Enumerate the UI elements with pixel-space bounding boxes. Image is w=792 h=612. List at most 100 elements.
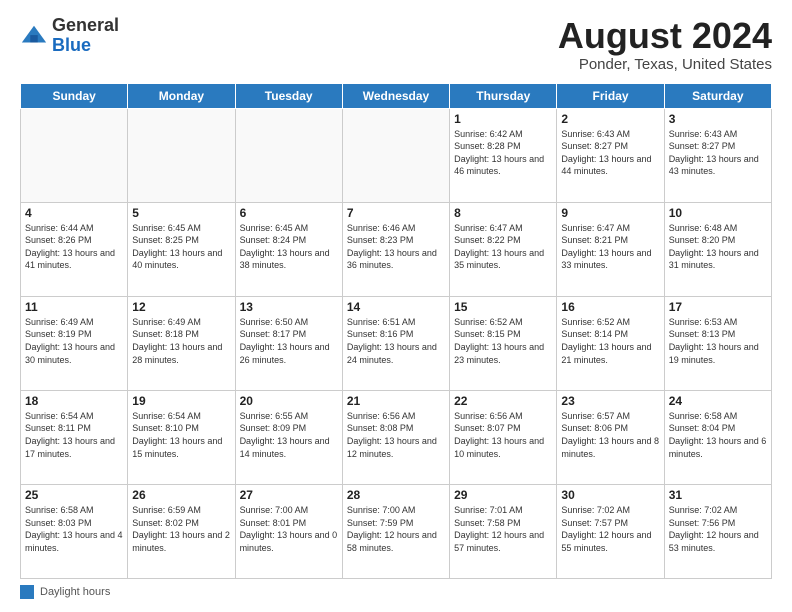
day-info: Sunrise: 6:46 AM Sunset: 8:23 PM Dayligh…	[347, 222, 445, 272]
day-number: 24	[669, 394, 767, 408]
day-number: 4	[25, 206, 123, 220]
day-info: Sunrise: 6:53 AM Sunset: 8:13 PM Dayligh…	[669, 316, 767, 366]
day-number: 5	[132, 206, 230, 220]
day-number: 8	[454, 206, 552, 220]
calendar-cell: 12 Sunrise: 6:49 AM Sunset: 8:18 PM Dayli…	[128, 296, 235, 390]
calendar-cell: 29 Sunrise: 7:01 AM Sunset: 7:58 PM Dayli…	[450, 484, 557, 578]
day-info: Sunrise: 7:01 AM Sunset: 7:58 PM Dayligh…	[454, 504, 552, 554]
day-number: 9	[561, 206, 659, 220]
weekday-header: Monday	[128, 83, 235, 108]
day-number: 26	[132, 488, 230, 502]
footer-daylight-text: Daylight hours	[40, 586, 110, 598]
calendar-cell	[235, 108, 342, 202]
day-info: Sunrise: 6:48 AM Sunset: 8:20 PM Dayligh…	[669, 222, 767, 272]
day-number: 11	[25, 300, 123, 314]
day-number: 12	[132, 300, 230, 314]
day-number: 28	[347, 488, 445, 502]
header: General Blue August 2024 Ponder, Texas, …	[20, 16, 772, 73]
logo-blue-text: Blue	[52, 35, 91, 55]
calendar-cell: 11 Sunrise: 6:49 AM Sunset: 8:19 PM Dayli…	[21, 296, 128, 390]
calendar-cell	[342, 108, 449, 202]
calendar-cell: 24Sunrise: 6:58 AM Sunset: 8:04 PM Dayli…	[664, 390, 771, 484]
day-info: Sunrise: 7:00 AM Sunset: 7:59 PM Dayligh…	[347, 504, 445, 554]
day-info: Sunrise: 6:44 AM Sunset: 8:26 PM Dayligh…	[25, 222, 123, 272]
title-block: August 2024 Ponder, Texas, United States	[558, 16, 772, 73]
weekday-header: Saturday	[664, 83, 771, 108]
logo-general-text: General	[52, 15, 119, 35]
day-info: Sunrise: 6:45 AM Sunset: 8:24 PM Dayligh…	[240, 222, 338, 272]
day-number: 20	[240, 394, 338, 408]
calendar-cell: 2 Sunrise: 6:43 AM Sunset: 8:27 PM Daylig…	[557, 108, 664, 202]
day-info: Sunrise: 7:02 AM Sunset: 7:57 PM Dayligh…	[561, 504, 659, 554]
calendar-cell: 5 Sunrise: 6:45 AM Sunset: 8:25 PM Daylig…	[128, 202, 235, 296]
day-info: Sunrise: 6:54 AM Sunset: 8:11 PM Dayligh…	[25, 410, 123, 460]
day-info: Sunrise: 6:55 AM Sunset: 8:09 PM Dayligh…	[240, 410, 338, 460]
day-number: 31	[669, 488, 767, 502]
calendar-cell: 27 Sunrise: 7:00 AM Sunset: 8:01 PM Dayli…	[235, 484, 342, 578]
calendar-cell: 9Sunrise: 6:47 AM Sunset: 8:21 PM Daylig…	[557, 202, 664, 296]
footer: Daylight hours	[20, 585, 772, 602]
day-number: 14	[347, 300, 445, 314]
calendar-cell: 30 Sunrise: 7:02 AM Sunset: 7:57 PM Dayli…	[557, 484, 664, 578]
calendar-cell: 10Sunrise: 6:48 AM Sunset: 8:20 PM Dayli…	[664, 202, 771, 296]
day-number: 15	[454, 300, 552, 314]
calendar-cell: 4 Sunrise: 6:44 AM Sunset: 8:26 PM Daylig…	[21, 202, 128, 296]
day-number: 29	[454, 488, 552, 502]
day-number: 2	[561, 112, 659, 126]
day-number: 17	[669, 300, 767, 314]
day-info: Sunrise: 6:56 AM Sunset: 8:08 PM Dayligh…	[347, 410, 445, 460]
day-info: Sunrise: 6:49 AM Sunset: 8:18 PM Dayligh…	[132, 316, 230, 366]
subtitle: Ponder, Texas, United States	[558, 56, 772, 73]
day-info: Sunrise: 6:50 AM Sunset: 8:17 PM Dayligh…	[240, 316, 338, 366]
day-number: 1	[454, 112, 552, 126]
day-info: Sunrise: 6:45 AM Sunset: 8:25 PM Dayligh…	[132, 222, 230, 272]
calendar-week-row: 11 Sunrise: 6:49 AM Sunset: 8:19 PM Dayli…	[21, 296, 772, 390]
calendar-cell: 25 Sunrise: 6:58 AM Sunset: 8:03 PM Dayli…	[21, 484, 128, 578]
calendar-cell: 13 Sunrise: 6:50 AM Sunset: 8:17 PM Dayli…	[235, 296, 342, 390]
day-info: Sunrise: 6:58 AM Sunset: 8:03 PM Dayligh…	[25, 504, 123, 554]
day-number: 13	[240, 300, 338, 314]
daylight-color-box	[20, 585, 34, 599]
calendar-cell: 1 Sunrise: 6:42 AM Sunset: 8:28 PM Daylig…	[450, 108, 557, 202]
calendar-week-row: 4 Sunrise: 6:44 AM Sunset: 8:26 PM Daylig…	[21, 202, 772, 296]
calendar-cell: 17 Sunrise: 6:53 AM Sunset: 8:13 PM Dayli…	[664, 296, 771, 390]
calendar-cell: 18Sunrise: 6:54 AM Sunset: 8:11 PM Dayli…	[21, 390, 128, 484]
calendar-cell	[21, 108, 128, 202]
day-info: Sunrise: 6:42 AM Sunset: 8:28 PM Dayligh…	[454, 128, 552, 178]
day-number: 27	[240, 488, 338, 502]
calendar-cell: 15 Sunrise: 6:52 AM Sunset: 8:15 PM Dayli…	[450, 296, 557, 390]
calendar-cell: 22Sunrise: 6:56 AM Sunset: 8:07 PM Dayli…	[450, 390, 557, 484]
day-info: Sunrise: 7:00 AM Sunset: 8:01 PM Dayligh…	[240, 504, 338, 554]
calendar-cell: 31 Sunrise: 7:02 AM Sunset: 7:56 PM Dayli…	[664, 484, 771, 578]
calendar-cell: 21 Sunrise: 6:56 AM Sunset: 8:08 PM Dayli…	[342, 390, 449, 484]
day-number: 25	[25, 488, 123, 502]
day-info: Sunrise: 7:02 AM Sunset: 7:56 PM Dayligh…	[669, 504, 767, 554]
day-number: 21	[347, 394, 445, 408]
footer-label: Daylight hours	[20, 585, 110, 599]
day-info: Sunrise: 6:49 AM Sunset: 8:19 PM Dayligh…	[25, 316, 123, 366]
day-number: 3	[669, 112, 767, 126]
day-info: Sunrise: 6:52 AM Sunset: 8:15 PM Dayligh…	[454, 316, 552, 366]
day-info: Sunrise: 6:43 AM Sunset: 8:27 PM Dayligh…	[669, 128, 767, 178]
day-info: Sunrise: 6:57 AM Sunset: 8:06 PM Dayligh…	[561, 410, 659, 460]
calendar-cell: 26Sunrise: 6:59 AM Sunset: 8:02 PM Dayli…	[128, 484, 235, 578]
day-info: Sunrise: 6:43 AM Sunset: 8:27 PM Dayligh…	[561, 128, 659, 178]
day-number: 19	[132, 394, 230, 408]
weekday-header: Thursday	[450, 83, 557, 108]
weekday-header: Sunday	[21, 83, 128, 108]
weekday-header: Tuesday	[235, 83, 342, 108]
calendar-cell: 19Sunrise: 6:54 AM Sunset: 8:10 PM Dayli…	[128, 390, 235, 484]
day-number: 30	[561, 488, 659, 502]
calendar-cell: 28 Sunrise: 7:00 AM Sunset: 7:59 PM Dayli…	[342, 484, 449, 578]
logo-text: General Blue	[52, 16, 119, 56]
day-number: 23	[561, 394, 659, 408]
calendar-header-row: SundayMondayTuesdayWednesdayThursdayFrid…	[21, 83, 772, 108]
day-number: 22	[454, 394, 552, 408]
calendar-cell: 20 Sunrise: 6:55 AM Sunset: 8:09 PM Dayli…	[235, 390, 342, 484]
calendar-cell: 8 Sunrise: 6:47 AM Sunset: 8:22 PM Daylig…	[450, 202, 557, 296]
day-info: Sunrise: 6:47 AM Sunset: 8:22 PM Dayligh…	[454, 222, 552, 272]
day-number: 6	[240, 206, 338, 220]
calendar-cell: 14Sunrise: 6:51 AM Sunset: 8:16 PM Dayli…	[342, 296, 449, 390]
calendar-cell	[128, 108, 235, 202]
day-number: 16	[561, 300, 659, 314]
